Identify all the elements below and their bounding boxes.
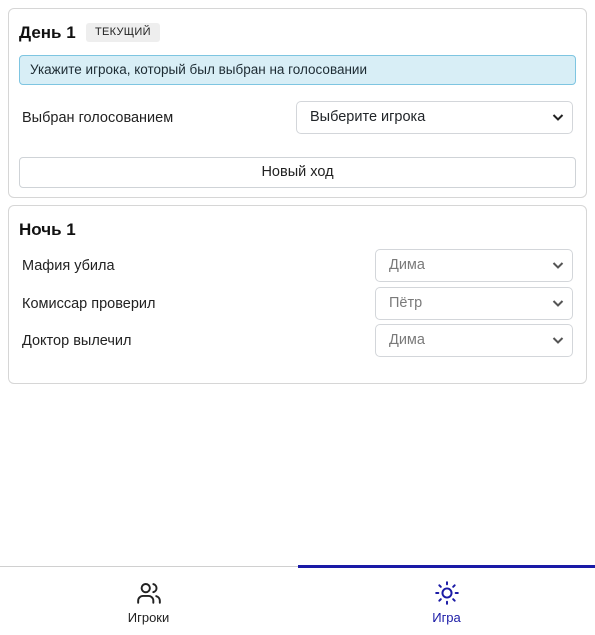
mafia-killed-value: Дима (389, 257, 425, 273)
vote-alert: Укажите игрока, который был выбран на го… (19, 55, 576, 85)
commissar-checked-label: Комиссар проверил (22, 296, 156, 312)
doctor-healed-select[interactable]: Дима (375, 324, 573, 357)
chevron-down-icon (552, 337, 564, 344)
tab-players[interactable]: Игроки (0, 567, 297, 635)
users-icon (136, 583, 161, 604)
night-card: Ночь 1 Мафия убила Дима Комиссар провери… (8, 205, 587, 384)
vote-player-select[interactable]: Выберите игрока (296, 101, 573, 134)
vote-player-select-value: Выберите игрока (310, 109, 426, 125)
current-badge: ТЕКУЩИЙ (86, 23, 160, 42)
sun-icon (434, 581, 459, 605)
doctor-healed-value: Дима (389, 332, 425, 348)
mafia-killed-select[interactable]: Дима (375, 249, 573, 282)
day-card: День 1 ТЕКУЩИЙ Укажите игрока, который б… (8, 8, 587, 198)
active-tab-indicator (298, 565, 595, 568)
night-title: Ночь 1 (19, 220, 76, 239)
chevron-down-icon (552, 262, 564, 269)
chevron-down-icon (552, 300, 564, 307)
new-turn-button[interactable]: Новый ход (19, 157, 576, 188)
day-title: День 1 (19, 23, 76, 42)
mafia-killed-label: Мафия убила (22, 258, 115, 274)
chevron-down-icon (552, 114, 564, 121)
vote-label: Выбран голосованием (22, 110, 174, 126)
commissar-checked-value: Пётр (389, 295, 423, 311)
tab-players-label: Игроки (127, 610, 170, 625)
commissar-checked-select[interactable]: Пётр (375, 287, 573, 320)
tab-game[interactable]: Игра (298, 565, 595, 635)
doctor-healed-label: Доктор вылечил (22, 333, 132, 349)
bottom-nav: Игроки Игра (0, 565, 595, 635)
tab-game-label: Игра (432, 610, 461, 625)
